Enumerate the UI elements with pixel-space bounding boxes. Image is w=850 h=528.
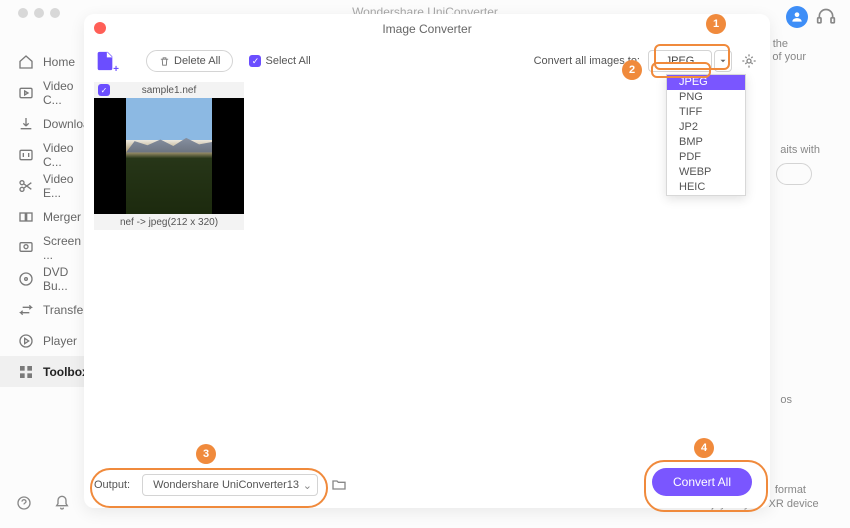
modal-toolbar: + Delete All ✓ Select All Convert all im… (94, 46, 760, 76)
output-bar: Output: Wondershare UniConverter13 (94, 474, 348, 496)
video-compressor-icon (18, 147, 34, 163)
format-option-tiff[interactable]: TIFF (667, 105, 745, 120)
checkbox-checked-icon: ✓ (249, 55, 261, 67)
sidebar-item-label: Video C... (43, 141, 84, 169)
sidebar-item-merger[interactable]: Merger (0, 201, 84, 232)
download-icon (18, 116, 34, 132)
format-option-jp2[interactable]: JP2 (667, 120, 745, 135)
sidebar-item-video-compressor[interactable]: Video C... (0, 139, 84, 170)
bg-text: os (780, 394, 792, 406)
sidebar-item-transfer[interactable]: Transfer (0, 294, 84, 325)
settings-button[interactable] (738, 50, 760, 72)
user-avatar[interactable] (786, 6, 808, 28)
format-dropdown-menu: JPEG PNG TIFF JP2 BMP PDF WEBP HEIC (666, 74, 746, 196)
player-icon (18, 333, 34, 349)
format-option-heic[interactable]: HEIC (667, 180, 745, 195)
dvd-icon (18, 271, 34, 287)
annotation-3: 3 (196, 444, 216, 464)
file-checkbox[interactable]: ✓ (98, 84, 110, 96)
screen-recorder-icon (18, 240, 34, 256)
sidebar-item-label: Video E... (43, 172, 84, 200)
bg-text: of your (772, 51, 806, 63)
file-header: ✓ sample1.nef (94, 82, 244, 98)
sidebar-item-screen-recorder[interactable]: Screen ... (0, 232, 84, 263)
delete-all-button[interactable]: Delete All (146, 50, 233, 72)
add-image-button[interactable]: + (94, 50, 116, 72)
modal-title: Image Converter (84, 22, 770, 36)
format-option-bmp[interactable]: BMP (667, 135, 745, 150)
format-selected-value: JPEG (666, 55, 695, 67)
sidebar-item-label: Screen ... (43, 234, 84, 262)
output-folder-select[interactable]: Wondershare UniConverter13 (142, 474, 318, 496)
annotation-2: 2 (622, 60, 642, 80)
sidebar-item-home[interactable]: Home (0, 46, 84, 77)
video-converter-icon (18, 85, 34, 101)
help-icon[interactable] (16, 495, 32, 516)
image-file-card[interactable]: ✓ sample1.nef nef -> jpeg(212 x 320) (94, 82, 244, 230)
sidebar-item-label: Player (43, 334, 77, 348)
sidebar-item-label: Home (43, 55, 75, 69)
image-converter-modal: Image Converter + Delete All ✓ Select Al… (84, 14, 770, 508)
format-option-pdf[interactable]: PDF (667, 150, 745, 165)
sidebar-item-label: DVD Bu... (43, 265, 84, 293)
select-all-checkbox[interactable]: ✓ Select All (249, 55, 310, 67)
format-option-webp[interactable]: WEBP (667, 165, 745, 180)
file-name: sample1.nef (142, 85, 196, 96)
toolbox-icon (18, 364, 34, 380)
sidebar-item-video-editor[interactable]: Video E... (0, 170, 84, 201)
format-option-jpeg[interactable]: JPEG (667, 75, 745, 90)
support-icon[interactable] (816, 7, 836, 27)
sidebar-item-label: Video C... (43, 79, 84, 107)
annotation-4: 4 (694, 438, 714, 458)
delete-all-label: Delete All (174, 55, 220, 67)
sidebar-item-label: Toolbox (43, 365, 89, 379)
select-all-label: Select All (265, 55, 310, 67)
sidebar-item-download[interactable]: Downloa... (0, 108, 84, 139)
sidebar-item-label: Transfer (43, 303, 87, 317)
bell-icon[interactable] (54, 495, 70, 516)
bg-text: the (773, 38, 788, 50)
plus-icon: + (113, 64, 119, 75)
bg-text: format (775, 484, 806, 496)
annotation-1: 1 (706, 14, 726, 34)
sidebar-item-player[interactable]: Player (0, 325, 84, 356)
sidebar-item-label: Merger (43, 210, 81, 224)
file-conversion-info: nef -> jpeg(212 x 320) (94, 214, 244, 230)
output-label: Output: (94, 479, 130, 491)
open-folder-button[interactable] (330, 477, 348, 493)
sidebar-item-video-converter[interactable]: Video C... (0, 77, 84, 108)
convert-all-button[interactable]: Convert All (652, 468, 752, 496)
merger-icon (18, 209, 34, 225)
format-option-png[interactable]: PNG (667, 90, 745, 105)
convert-all-label: Convert All (673, 475, 731, 489)
file-thumbnail (94, 98, 244, 214)
sidebar: Home Video C... Downloa... Video C... Vi… (0, 38, 84, 528)
output-folder-value: Wondershare UniConverter13 (153, 479, 299, 491)
scissors-icon (18, 178, 34, 194)
transfer-icon (18, 302, 34, 318)
sidebar-item-toolbox[interactable]: Toolbox (0, 356, 84, 387)
sidebar-item-dvd-burner[interactable]: DVD Bu... (0, 263, 84, 294)
bg-text: aits with (780, 144, 820, 156)
home-icon (18, 54, 34, 70)
bg-button-fragment (776, 163, 812, 185)
format-dropdown-toggle[interactable] (714, 50, 732, 72)
format-select[interactable]: JPEG (648, 50, 712, 72)
